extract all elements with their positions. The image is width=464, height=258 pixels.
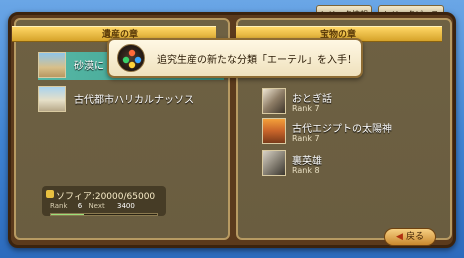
popup-message: 追究生産の新たな分類「エーテル」を入手！ <box>157 55 357 66</box>
arrow-left-icon: ◀ <box>396 232 403 242</box>
halicarnassus-thumbnail <box>38 86 66 112</box>
relic-rank-label: Rank <box>292 104 312 113</box>
anti-hero-thumbnail <box>262 150 286 176</box>
list-item-label: 砂漠に <box>74 61 104 72</box>
back-button[interactable]: ◀ 戻る <box>384 228 436 246</box>
relic-rank-label: Rank <box>292 134 312 143</box>
relic-rank: Rank 8 <box>292 166 320 175</box>
relic-rank: Rank 7 <box>292 134 320 143</box>
list-item-halicarnassus[interactable]: 古代都市ハリカルナッソス <box>38 86 224 114</box>
screen: { "tabs": { "relic_info": "レリック情報", "rel… <box>0 0 464 258</box>
next-value: 3400 <box>116 202 135 210</box>
fairy-tale-thumbnail <box>262 88 286 114</box>
relic-rank: Rank 7 <box>292 104 320 113</box>
relic-rank-value: 7 <box>314 104 320 113</box>
back-button-label: 戻る <box>405 232 424 242</box>
rank-value: 6 <box>77 202 83 210</box>
rank-line: Rank 6 Next 3400 <box>50 202 135 210</box>
sophia-icon <box>46 190 54 198</box>
sophia-status-panel: ソフィア:20000/65000 Rank 6 Next 3400 <box>42 186 166 216</box>
relic-name: 古代エジプトの太陽神 <box>292 124 392 135</box>
relic-rank-label: Rank <box>292 166 312 175</box>
relic-item-anti-hero[interactable]: 裏英雄 Rank 8 <box>262 150 442 180</box>
list-item-label: 古代都市ハリカルナッソス <box>74 95 194 106</box>
rank-progress-bar <box>50 213 158 216</box>
relic-name: 裏英雄 <box>292 156 322 167</box>
sun-god-thumbnail <box>262 118 286 144</box>
relic-item-sun-god[interactable]: 古代エジプトの太陽神 Rank 7 <box>262 118 442 148</box>
rank-label: Rank <box>50 202 68 210</box>
relic-name: おとぎ話 <box>292 94 332 105</box>
relic-rank-value: 8 <box>314 166 320 175</box>
relic-item-fairy-tale[interactable]: おとぎ話 Rank 7 <box>262 88 442 118</box>
next-label: Next <box>88 202 105 210</box>
sophia-value: ソフィア:20000/65000 <box>56 192 156 202</box>
desert-thumbnail <box>38 52 66 78</box>
ether-gems-icon <box>117 44 145 72</box>
relic-rank-value: 7 <box>314 134 320 143</box>
rank-progress-fill <box>51 214 84 215</box>
acquisition-popup[interactable]: 追究生産の新たな分類「エーテル」を入手！ <box>107 38 363 78</box>
